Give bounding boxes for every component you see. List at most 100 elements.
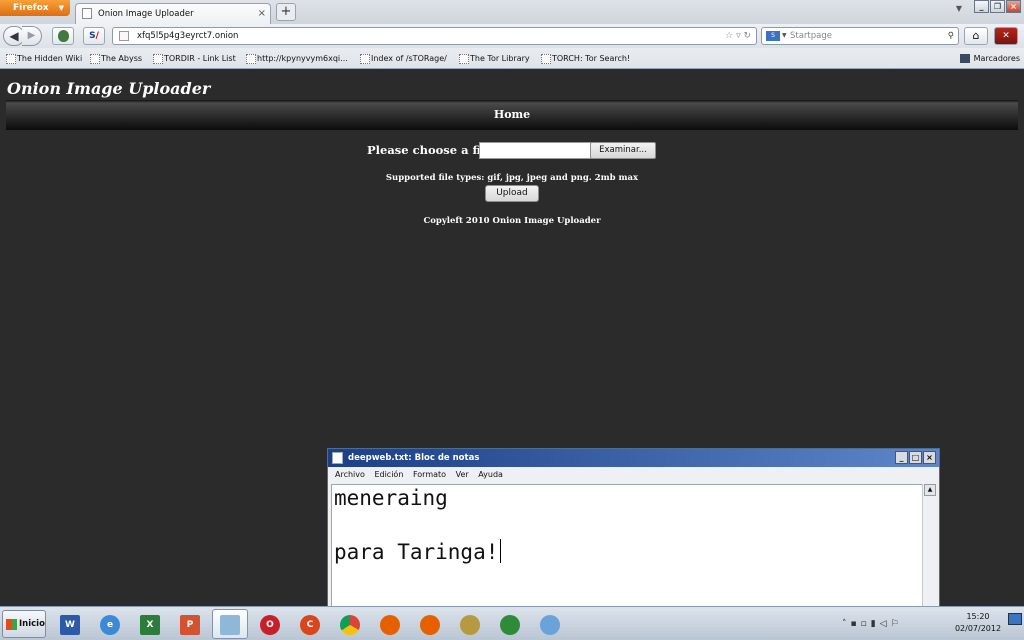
window-controls: _ ❐ × (974, 0, 1021, 13)
text-line (334, 512, 923, 539)
site-nav-bar: Home (6, 100, 1018, 130)
menu-archivo[interactable]: Archivo (335, 467, 365, 483)
site-title: Onion Image Uploader (7, 79, 211, 98)
browse-button[interactable]: Examinar... (590, 142, 656, 159)
notepad-icon (332, 452, 343, 464)
tab-list-arrow-icon[interactable]: ▼ (956, 4, 962, 13)
menu-formato[interactable]: Formato (413, 467, 446, 483)
tray-app-icon[interactable]: ▪ (851, 619, 861, 629)
search-bar[interactable]: S ▼ Startpage ⚲ (761, 27, 959, 45)
supported-types-text: Supported file types: gif, jpg, jpeg and… (385, 173, 639, 183)
navigation-toolbar: ◀ ▶ S/ xfq5l5p4g3eyrct7.onion ☆ ▿ ↻ S ▼ … (0, 24, 1024, 48)
notepad-window-controls: _ □ × (895, 451, 936, 464)
flag-icon[interactable]: ⚐ (891, 619, 903, 629)
taskbar-notepad[interactable] (212, 609, 248, 639)
tab-title: Onion Image Uploader (98, 9, 194, 19)
bookmarks-menu-button[interactable]: Marcadores (959, 48, 1020, 69)
windows-flag-icon (6, 619, 17, 630)
url-bar[interactable]: xfq5l5p4g3eyrct7.onion ☆ ▿ ↻ (112, 27, 757, 45)
ccleaner-icon: C (300, 615, 320, 635)
bookmark-item[interactable]: http://kpynyvym6xqi... (244, 48, 348, 69)
url-text: xfq5l5p4g3eyrct7.onion (137, 31, 239, 41)
scroll-up-icon[interactable]: ▲ (924, 484, 936, 496)
text-line-with-caret: para Taringa! (334, 539, 923, 566)
taskbar-firefox[interactable] (372, 609, 408, 639)
taskbar-word[interactable]: W (52, 609, 88, 639)
tor-onion-icon (57, 30, 69, 42)
forward-button[interactable]: ▶ (22, 26, 42, 46)
network-icon[interactable]: ▮ (871, 619, 880, 629)
firefox-menu-label: Firefox (13, 3, 49, 13)
tray-device-icon[interactable]: ▫ (861, 619, 871, 629)
vertical-scrollbar[interactable]: ▲ (922, 484, 936, 609)
noscript-button[interactable]: S/ (83, 27, 105, 45)
notepad-titlebar[interactable]: deepweb.txt: Bloc de notas _ □ × (328, 449, 939, 467)
upload-button[interactable]: Upload (485, 185, 539, 202)
chevron-down-icon[interactable]: ▼ (782, 28, 787, 44)
firefox-icon (380, 615, 400, 635)
restore-button[interactable]: ❐ (990, 0, 1005, 13)
taskbar-opera[interactable]: O (252, 609, 288, 639)
text-line: para Taringa! (334, 540, 499, 564)
home-icon: ⌂ (972, 29, 980, 42)
taskbar-internet-explorer[interactable]: e (92, 609, 128, 639)
text-caret (500, 539, 502, 563)
file-path-input[interactable] (479, 142, 591, 159)
taskbar-vuze[interactable] (492, 609, 528, 639)
notepad-text-area[interactable]: meneraing para Taringa! (331, 484, 924, 609)
page-icon (82, 8, 92, 19)
noscript-icon: S/ (89, 31, 99, 41)
addon-button[interactable]: ✕ (994, 27, 1018, 45)
menu-edicion[interactable]: Edición (374, 467, 403, 483)
tor-onion-icon (460, 615, 480, 635)
show-desktop-button[interactable] (1008, 613, 1022, 625)
taskbar-ccleaner[interactable]: C (292, 609, 328, 639)
taskbar-presentation[interactable]: P (172, 609, 208, 639)
minimize-button[interactable]: _ (895, 451, 908, 464)
bookmark-item[interactable]: The Tor Library (457, 48, 530, 69)
word-icon: W (60, 615, 80, 635)
page-icon (119, 31, 129, 41)
bookmark-item[interactable]: TORCH: Tor Search! (539, 48, 630, 69)
bookmark-item[interactable]: TORDIR - Link List (151, 48, 236, 69)
close-tab-icon[interactable]: × (258, 8, 266, 19)
excel-icon: X (140, 615, 160, 635)
presentation-icon: P (180, 615, 200, 635)
search-engine-icon[interactable]: S (766, 31, 780, 41)
firefox-menu-button[interactable]: Firefox ▼ (0, 0, 70, 16)
notepad-window: deepweb.txt: Bloc de notas _ □ × Archivo… (327, 448, 940, 609)
bookmark-star-icon[interactable]: ☆ ▿ ↻ (725, 28, 751, 44)
nav-home-link[interactable]: Home (494, 100, 530, 130)
start-button[interactable]: Inicio (2, 610, 46, 638)
bookmark-item[interactable]: The Hidden Wiki (4, 48, 82, 69)
clock-date: 02/07/2012 (954, 624, 1002, 633)
tab-onion-image-uploader[interactable]: Onion Image Uploader × (75, 3, 271, 24)
menu-ver[interactable]: Ver (456, 467, 469, 483)
taskbar-tor[interactable] (452, 609, 488, 639)
tray-expand-icon[interactable]: ˄ (842, 619, 851, 629)
opera-icon: O (260, 615, 280, 635)
notepad-menubar: Archivo Edición Formato Ver Ayuda (328, 467, 939, 483)
taskbar-paint[interactable] (532, 609, 568, 639)
menu-ayuda[interactable]: Ayuda (478, 467, 503, 483)
taskbar-firefox[interactable] (412, 609, 448, 639)
taskbar-chrome[interactable] (332, 609, 368, 639)
new-tab-button[interactable]: + (276, 3, 296, 21)
maximize-button[interactable]: □ (909, 451, 922, 464)
volume-icon[interactable]: ◁ (880, 619, 891, 629)
notepad-icon (220, 615, 240, 635)
home-button[interactable]: ⌂ (964, 27, 988, 45)
minimize-button[interactable]: _ (974, 0, 989, 13)
close-window-button[interactable]: × (923, 451, 936, 464)
search-icon[interactable]: ⚲ (948, 28, 954, 44)
taskbar-excel[interactable]: X (132, 609, 168, 639)
tor-button[interactable] (52, 27, 74, 45)
start-label: Inicio (19, 619, 45, 629)
bookmark-item[interactable]: Index of /sTORage/ (358, 48, 447, 69)
close-window-button[interactable]: × (1006, 0, 1021, 13)
choose-file-label: Please choose a file: (367, 143, 497, 157)
text-line: meneraing (334, 486, 448, 510)
clock[interactable]: 15:20 02/07/2012 (950, 611, 1006, 635)
bookmark-item[interactable]: The Abyss (88, 48, 142, 69)
notepad-title: deepweb.txt: Bloc de notas (348, 453, 480, 463)
